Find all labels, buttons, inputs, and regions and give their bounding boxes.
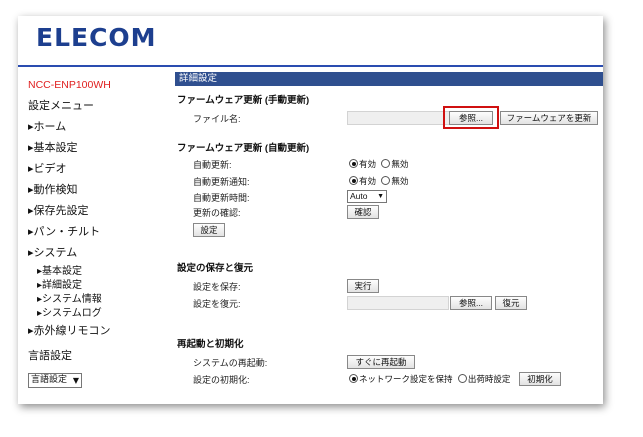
notice-radio-group: 有効 無効 (349, 175, 408, 187)
chevron-down-icon: ▼ (377, 193, 384, 200)
sidebar-item-pantilt[interactable]: ▸パン・チルト (28, 223, 100, 239)
auto-update-enable-label: 有効 (359, 159, 377, 169)
chevron-down-icon: ▼ (72, 376, 79, 385)
main-panel: 詳細設定 ファームウェア更新 (手動更新) ファイル名: 参照... ファームウ… (173, 68, 603, 404)
auto-update-radio-group: 有効 無効 (349, 158, 408, 170)
sidebar-item-ir-remote[interactable]: ▸赤外線リモコン (28, 322, 111, 338)
restore-button[interactable]: 復元 (495, 296, 527, 310)
elecom-logo: ELECOM (36, 23, 157, 52)
language-select-value: 言語設定 (31, 375, 68, 385)
auto-update-label: 自動更新: (193, 160, 232, 170)
model-name: NCC-ENP100WH (28, 79, 111, 91)
menu-title: 設定メニュー (28, 100, 94, 112)
notice-disable-radio[interactable] (381, 176, 391, 185)
notice-disable-label: 無効 (391, 176, 409, 186)
restore-browse-button[interactable]: 参照... (450, 296, 492, 310)
auto-update-enable-radio[interactable] (349, 159, 358, 168)
reboot-label: システムの再起動: (193, 358, 268, 368)
reboot-now-button[interactable]: すぐに再起動 (347, 355, 415, 369)
auto-update-time-select[interactable]: Auto ▼ (347, 190, 387, 203)
highlight-box (443, 106, 499, 129)
sidebar-item-basic[interactable]: ▸基本設定 (28, 139, 78, 155)
initialize-button[interactable]: 初期化 (519, 372, 561, 386)
page-title: 詳細設定 (175, 72, 603, 86)
sidebar-item-system[interactable]: ▸システム (28, 244, 77, 260)
restore-settings-label: 設定を復元: (193, 299, 241, 309)
sidebar-subitem-basic[interactable]: ▸基本設定 (37, 262, 82, 277)
sidebar-item-storage[interactable]: ▸保存先設定 (28, 202, 89, 218)
update-firmware-button[interactable]: ファームウェアを更新 (500, 111, 598, 125)
auto-fw-title: ファームウェア更新 (自動更新) (177, 143, 310, 154)
auto-update-time-value: Auto (350, 191, 368, 201)
auto-update-notice-label: 自動更新通知: (193, 177, 250, 187)
check-update-label: 更新の確認: (193, 208, 241, 218)
sidebar-item-motion[interactable]: ▸動作検知 (28, 181, 78, 197)
set-button[interactable]: 設定 (193, 223, 225, 237)
notice-enable-label: 有効 (359, 176, 377, 186)
reboot-title: 再起動と初期化 (177, 339, 244, 350)
keep-network-radio[interactable] (349, 374, 358, 383)
language-title: 言語設定 (28, 350, 72, 362)
keep-network-label: ネットワーク設定を保持 (359, 374, 453, 384)
save-settings-label: 設定を保存: (193, 282, 241, 292)
window-frame: ELECOM NCC-ENP100WH 設定メニュー ▸ホーム ▸基本設定 ▸ビ… (18, 16, 603, 404)
run-save-button[interactable]: 実行 (347, 279, 379, 293)
restore-file-field[interactable] (347, 296, 449, 310)
sidebar: NCC-ENP100WH 設定メニュー ▸ホーム ▸基本設定 ▸ビデオ ▸動作検… (18, 68, 168, 404)
backup-title: 設定の保存と復元 (177, 263, 254, 274)
init-radio-group: ネットワーク設定を保持 出荷時設定 (349, 373, 510, 385)
auto-update-disable-radio[interactable] (381, 159, 391, 168)
sidebar-subitem-syslog[interactable]: ▸システムログ (37, 304, 102, 319)
manual-fw-title: ファームウェア更新 (手動更新) (177, 95, 310, 106)
file-name-label: ファイル名: (193, 114, 241, 124)
init-settings-label: 設定の初期化: (193, 375, 250, 385)
sidebar-item-video[interactable]: ▸ビデオ (28, 160, 67, 176)
language-select[interactable]: 言語設定 ▼ (28, 373, 82, 388)
auto-update-disable-label: 無効 (391, 159, 409, 169)
auto-update-time-label: 自動更新時間: (193, 193, 250, 203)
factory-label: 出荷時設定 (467, 374, 511, 384)
confirm-button[interactable]: 確認 (347, 205, 379, 219)
factory-radio[interactable] (457, 374, 467, 383)
sidebar-subitem-sysinfo[interactable]: ▸システム情報 (37, 290, 102, 305)
notice-enable-radio[interactable] (349, 176, 358, 185)
header-divider (18, 65, 603, 67)
sidebar-item-home[interactable]: ▸ホーム (28, 118, 66, 134)
sidebar-subitem-advanced[interactable]: ▸詳細設定 (37, 276, 82, 291)
